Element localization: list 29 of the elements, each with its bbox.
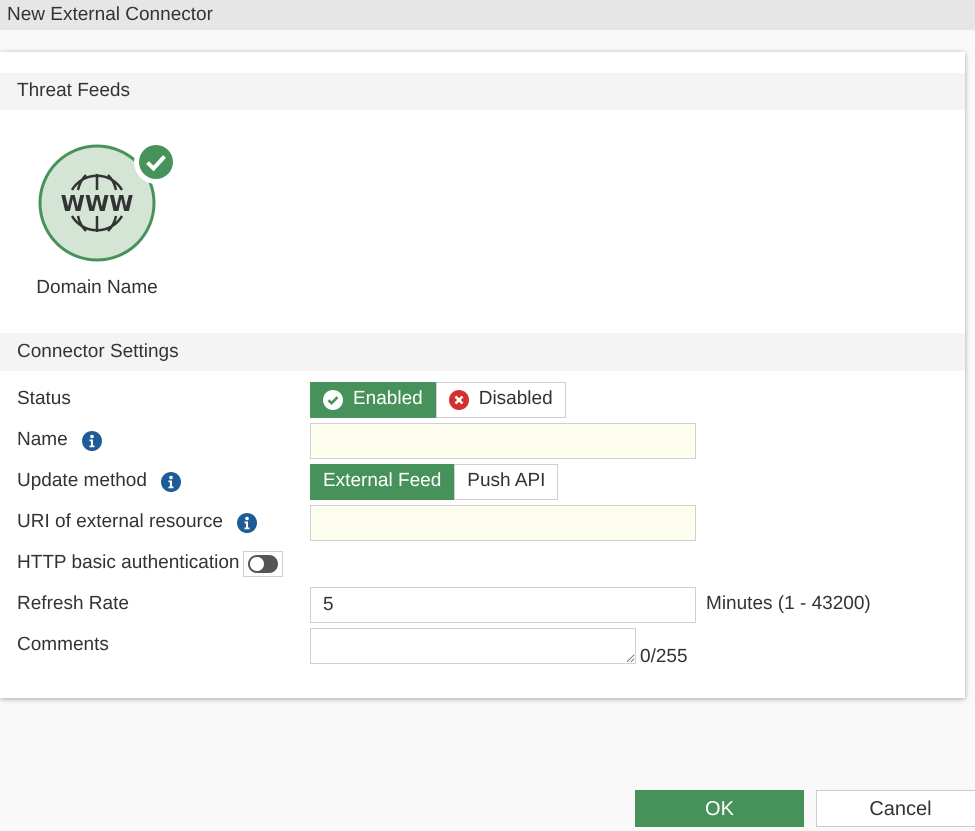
field-label: URI of external resource bbox=[17, 510, 223, 534]
ok-button[interactable]: OK bbox=[635, 790, 804, 827]
field-label: Update method bbox=[17, 469, 147, 494]
info-icon[interactable] bbox=[160, 472, 181, 492]
segment-option[interactable]: External Feed bbox=[310, 464, 454, 500]
character-counter: 0/255 bbox=[640, 646, 688, 668]
window-title-bar: New External Connector bbox=[0, 0, 975, 30]
field-label: HTTP basic authentication bbox=[17, 551, 240, 576]
field-label: Refresh Rate bbox=[17, 592, 129, 616]
field-suffix: Minutes (1 - 43200) bbox=[706, 592, 871, 616]
section-header: Connector Settings bbox=[0, 333, 965, 371]
check-circle-icon bbox=[323, 390, 343, 410]
segment-option[interactable]: Push API bbox=[454, 464, 558, 500]
segment-option[interactable]: Disabled bbox=[436, 382, 566, 418]
comments-field[interactable] bbox=[310, 628, 636, 664]
segment-option[interactable]: Enabled bbox=[310, 382, 436, 418]
section-header: Threat Feeds bbox=[0, 73, 965, 110]
field-label: Name bbox=[17, 428, 68, 452]
cancel-button[interactable]: Cancel bbox=[816, 790, 975, 827]
feed-type-option[interactable]: WWW Domain Name bbox=[28, 140, 178, 333]
text-field[interactable] bbox=[310, 504, 696, 540]
info-icon[interactable] bbox=[82, 430, 102, 450]
field-label: Comments bbox=[17, 633, 109, 658]
info-icon[interactable] bbox=[236, 512, 257, 532]
field-label: Status bbox=[17, 387, 71, 412]
cross-circle-icon bbox=[448, 390, 469, 410]
text-field[interactable]: 5 bbox=[310, 586, 696, 622]
toggle-switch[interactable] bbox=[242, 550, 282, 576]
text-field[interactable] bbox=[310, 422, 696, 458]
